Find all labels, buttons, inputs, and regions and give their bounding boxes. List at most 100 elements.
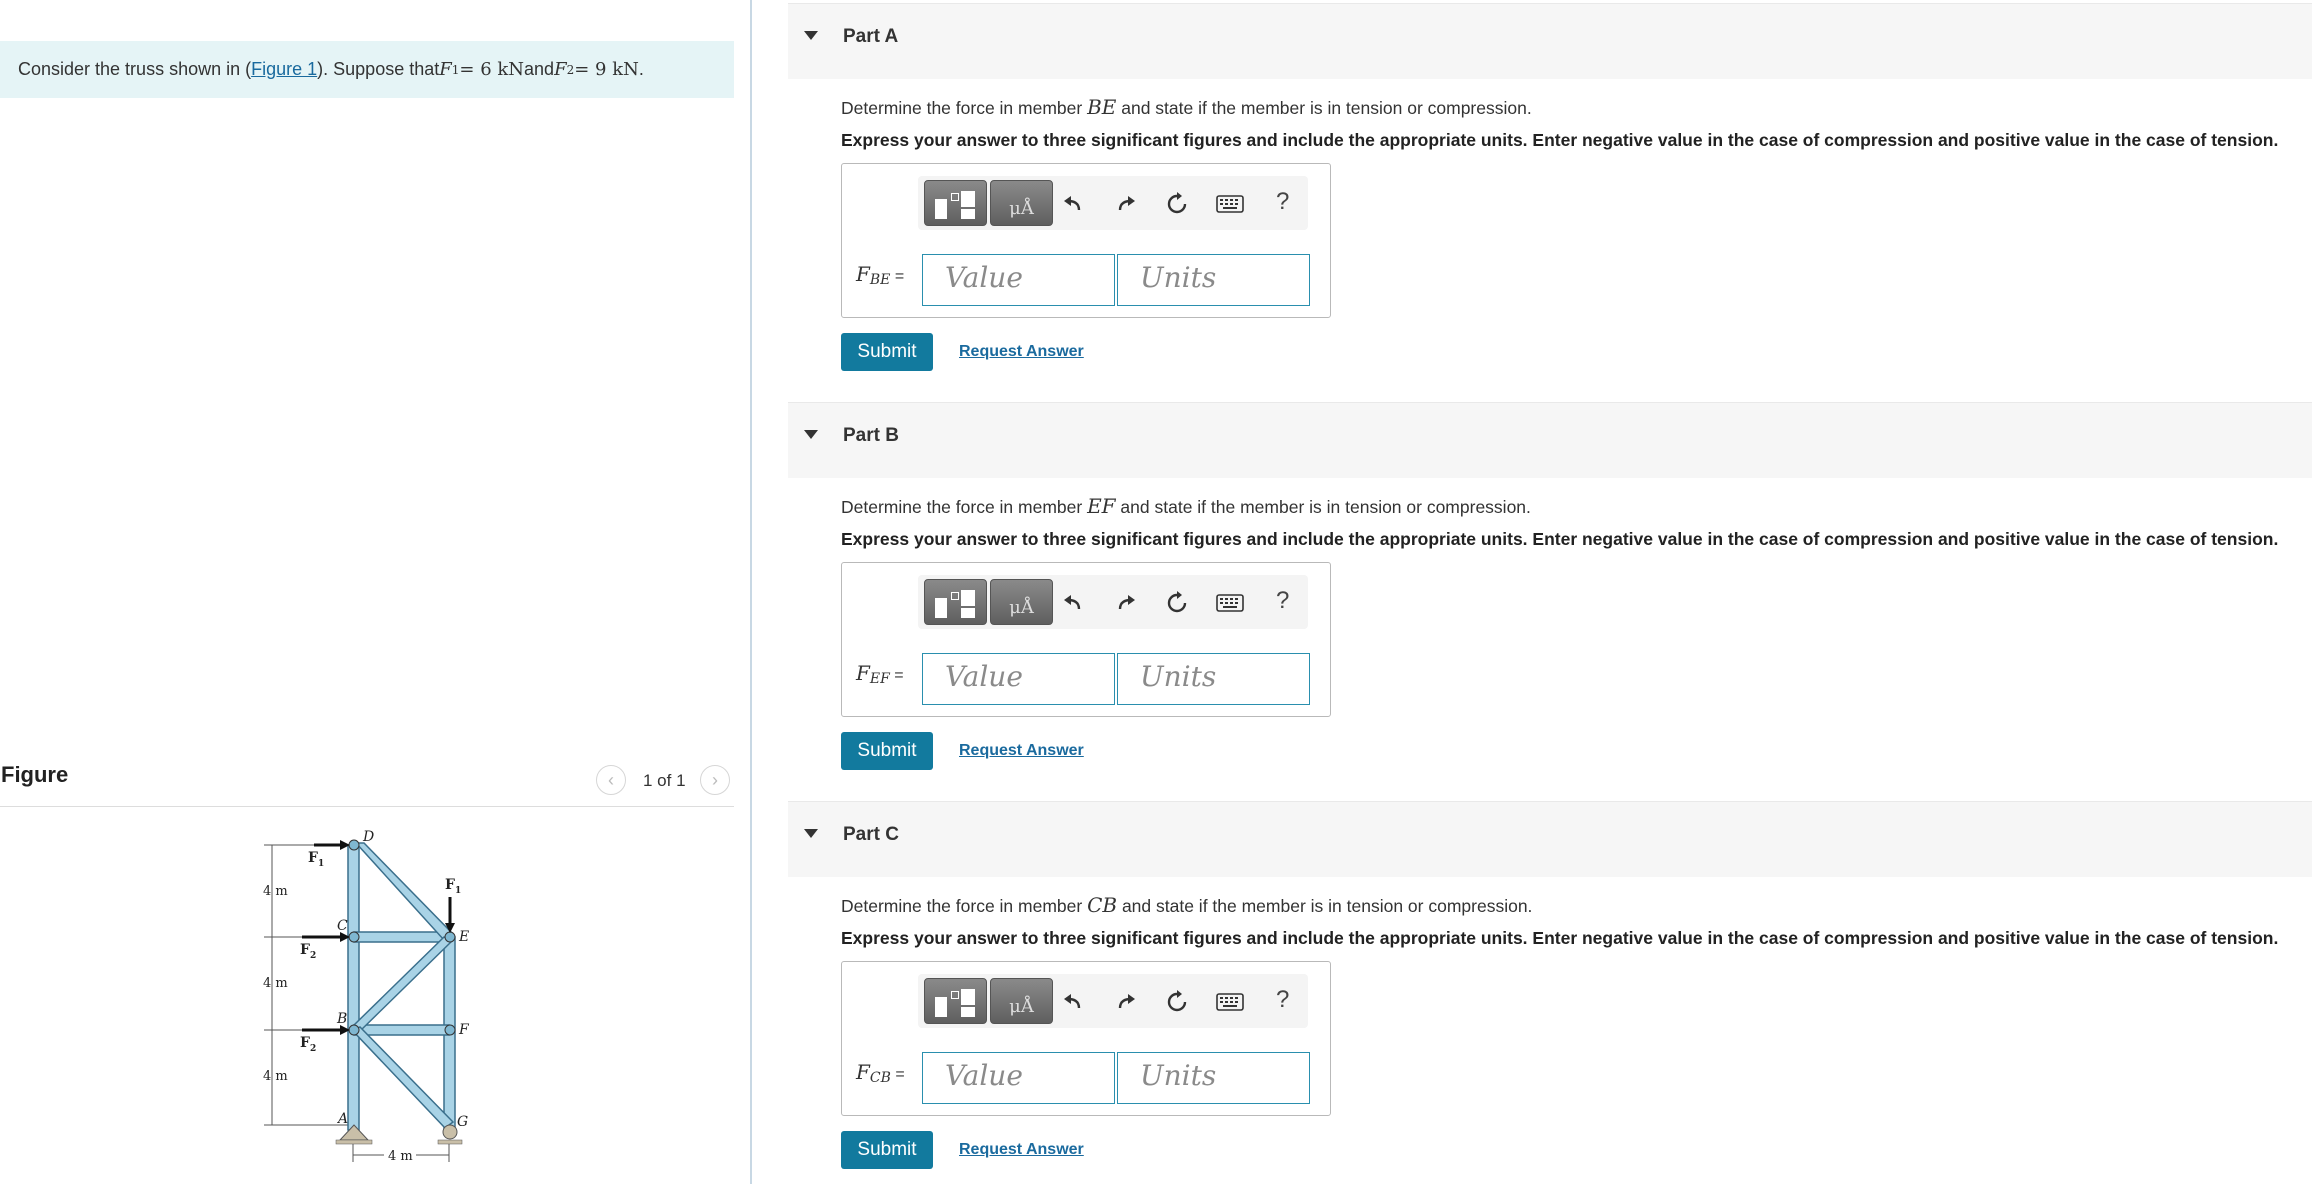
figure-divider (0, 806, 734, 807)
label-d: D (362, 829, 374, 845)
units-button[interactable]: μÅ (990, 579, 1053, 625)
collapse-caret-icon[interactable] (804, 829, 818, 838)
undo-icon (1064, 196, 1081, 211)
part-a-variable-label: FBE = (856, 262, 904, 288)
member-symbol: EF (1087, 494, 1116, 518)
part-a-answer-box: μÅ ? FBE = Value Units (841, 163, 1331, 318)
f1-sub: 1 (451, 62, 460, 77)
reset-button[interactable] (1164, 989, 1190, 1015)
f1-value: = 6 kN (459, 59, 525, 80)
collapse-caret-icon[interactable] (804, 31, 818, 40)
label-f1-right-sub: 1 (455, 886, 461, 896)
dim-label-1: 4 m (263, 884, 288, 899)
keyboard-icon (1216, 993, 1244, 1011)
label-f2-lower: F (300, 1035, 310, 1051)
panel-divider (750, 0, 752, 1184)
value-input[interactable]: Value (922, 1052, 1115, 1104)
units-button[interactable]: μÅ (990, 180, 1053, 226)
reset-icon (1167, 192, 1187, 214)
undo-icon (1064, 994, 1081, 1009)
f1-symbol: F (439, 59, 452, 80)
part-a-question: Determine the force in member BE and sta… (841, 95, 1532, 119)
part-b-header[interactable]: Part B (788, 402, 2312, 478)
undo-button[interactable] (1060, 590, 1086, 616)
redo-button[interactable] (1113, 191, 1139, 217)
templates-button[interactable] (924, 978, 987, 1024)
part-b-question: Determine the force in member EF and sta… (841, 494, 1531, 518)
dim-label-2: 4 m (263, 976, 288, 991)
reset-button[interactable] (1164, 590, 1190, 616)
redo-button[interactable] (1113, 989, 1139, 1015)
help-button[interactable]: ? (1276, 188, 1289, 216)
redo-icon (1118, 196, 1135, 211)
help-button[interactable]: ? (1276, 587, 1289, 615)
part-b-title: Part B (843, 425, 899, 446)
part-c-title: Part C (843, 824, 899, 845)
label-f1-left: F (308, 850, 318, 866)
and-text: and (524, 59, 555, 79)
part-c-header[interactable]: Part C (788, 801, 2312, 877)
f2-value: = 9 kN (574, 59, 639, 80)
part-c-instruction: Express your answer to three significant… (841, 928, 2279, 948)
units-input[interactable]: Units (1117, 254, 1310, 306)
label-e: E (458, 929, 469, 945)
collapse-caret-icon[interactable] (804, 430, 818, 439)
undo-button[interactable] (1060, 989, 1086, 1015)
submit-button[interactable]: Submit (841, 1131, 933, 1169)
request-answer-link[interactable]: Request Answer (959, 343, 1084, 361)
label-f2-upper: F (300, 942, 310, 958)
label-eq: = (890, 1066, 905, 1083)
label-f: F (458, 1022, 470, 1038)
part-b-answer-box: μÅ ? FEF = Value Units (841, 562, 1331, 717)
reset-icon (1167, 591, 1187, 613)
f2-sub: 2 (566, 62, 575, 77)
label-main: F (856, 262, 870, 286)
templates-button[interactable] (924, 579, 987, 625)
units-input[interactable]: Units (1117, 1052, 1310, 1104)
submit-button[interactable]: Submit (841, 732, 933, 770)
label-eq: = (889, 667, 904, 684)
reset-button[interactable] (1164, 191, 1190, 217)
label-c: C (337, 918, 348, 934)
next-figure-button[interactable]: › (700, 765, 730, 795)
part-b-variable-label: FEF = (856, 661, 904, 687)
label-f2-lower-sub: 2 (310, 1044, 316, 1054)
redo-button[interactable] (1113, 590, 1139, 616)
parts-panel: Part A Determine the force in member BE … (788, 0, 2312, 1184)
request-answer-link[interactable]: Request Answer (959, 742, 1084, 760)
redo-icon (1118, 595, 1135, 610)
dim-label-3: 4 m (263, 1069, 288, 1084)
label-eq: = (890, 268, 905, 285)
help-button[interactable]: ? (1276, 986, 1289, 1014)
member-symbol: CB (1087, 893, 1118, 917)
keyboard-button[interactable] (1215, 590, 1245, 616)
part-a-header[interactable]: Part A (788, 3, 2312, 79)
request-answer-link[interactable]: Request Answer (959, 1141, 1084, 1159)
submit-button[interactable]: Submit (841, 333, 933, 371)
keyboard-button[interactable] (1215, 191, 1245, 217)
prev-figure-button[interactable]: ‹ (596, 765, 626, 795)
templates-button[interactable] (924, 180, 987, 226)
redo-icon (1118, 994, 1135, 1009)
units-button[interactable]: μÅ (990, 978, 1053, 1024)
value-input[interactable]: Value (922, 254, 1115, 306)
figure-link[interactable]: Figure 1 (251, 59, 317, 80)
label-f1-right: F (445, 877, 455, 893)
keyboard-icon (1216, 594, 1244, 612)
undo-icon (1064, 595, 1081, 610)
undo-button[interactable] (1060, 191, 1086, 217)
label-main: F (856, 1060, 870, 1084)
value-input[interactable]: Value (922, 653, 1115, 705)
part-c-question: Determine the force in member CB and sta… (841, 893, 1532, 917)
keyboard-button[interactable] (1215, 989, 1245, 1015)
part-c-answer-box: μÅ ? FCB = Value Units (841, 961, 1331, 1116)
question-text-end: and state if the member is in tension or… (1115, 497, 1531, 517)
figure-title: Figure (1, 762, 69, 787)
math-toolbar: μÅ ? (918, 974, 1308, 1028)
label-sub: CB (869, 1070, 891, 1086)
units-input[interactable]: Units (1117, 653, 1310, 705)
problem-middle: ). Suppose that (317, 59, 440, 79)
part-a-title: Part A (843, 26, 899, 47)
math-toolbar: μÅ ? (918, 575, 1308, 629)
reset-icon (1167, 990, 1187, 1012)
